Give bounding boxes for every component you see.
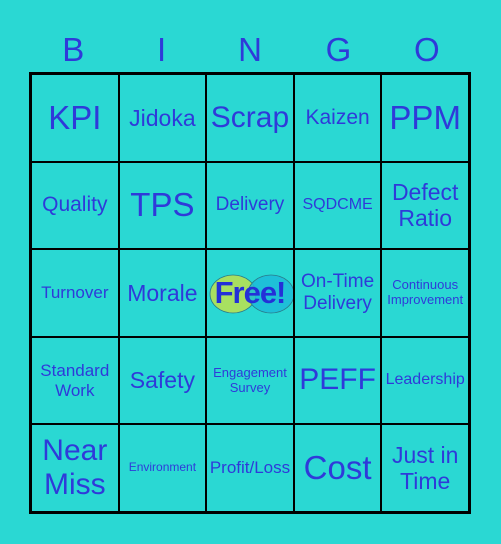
header-letter-i: I — [157, 31, 167, 68]
bingo-cell[interactable]: SQDCME — [293, 161, 382, 250]
bingo-cell[interactable]: Engagement Survey — [206, 336, 294, 425]
bingo-cell[interactable]: Morale — [118, 249, 207, 337]
bingo-cell[interactable]: Quality — [31, 161, 119, 250]
bingo-cell[interactable]: Leadership — [381, 336, 469, 425]
bingo-cell[interactable]: PPM — [381, 74, 469, 162]
free-space-label: Free! — [214, 275, 287, 311]
bingo-cell[interactable]: Cost — [293, 424, 382, 512]
bingo-cell[interactable]: Defect Ratio — [381, 161, 469, 250]
bingo-cell[interactable]: PEFF — [293, 336, 382, 425]
bingo-header: B I N G O — [29, 30, 471, 70]
bingo-cell[interactable]: Just in Time — [381, 424, 469, 512]
bingo-cell[interactable]: Safety — [118, 336, 207, 425]
bingo-cell[interactable]: KPI — [31, 74, 119, 162]
bingo-cell[interactable]: Delivery — [206, 161, 294, 250]
header-letter-o: O — [413, 31, 440, 68]
bingo-cell[interactable]: Environment — [118, 424, 207, 512]
free-space-cell[interactable]: Free! — [206, 249, 294, 337]
header-letter-n: N — [238, 31, 262, 68]
bingo-cell[interactable]: Continuous Improvement — [381, 249, 469, 337]
header-letter-g: G — [325, 31, 352, 68]
bingo-cell[interactable]: Turnover — [31, 249, 119, 337]
header-letter-b: B — [62, 31, 85, 68]
bingo-cell[interactable]: Profit/Loss — [206, 424, 294, 512]
bingo-cell[interactable]: Near Miss — [31, 424, 119, 512]
bingo-cell[interactable]: Scrap — [206, 74, 294, 162]
bingo-cell[interactable]: Jidoka — [118, 74, 207, 162]
bingo-cell[interactable]: TPS — [118, 161, 207, 250]
bingo-card: KPI Jidoka Scrap Kaizen PPM Quality TPS … — [29, 72, 471, 514]
bingo-cell[interactable]: Kaizen — [293, 74, 382, 162]
bingo-cell[interactable]: On-Time Delivery — [293, 249, 382, 337]
bingo-cell[interactable]: Standard Work — [31, 336, 119, 425]
